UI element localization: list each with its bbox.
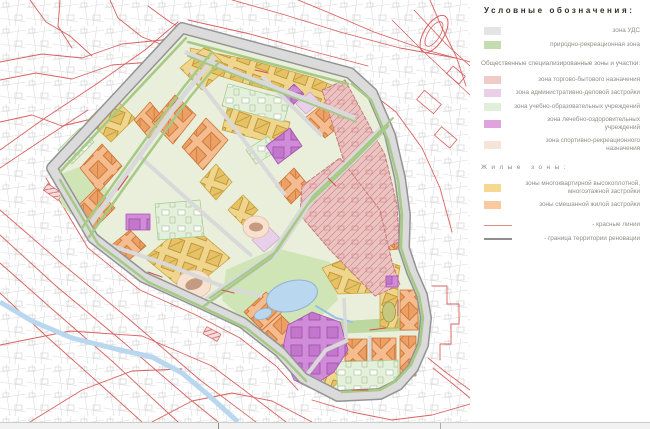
legend-section-residential: Жилые зоны: (481, 164, 640, 171)
legend-color-swatch (484, 201, 501, 209)
sports-field-oval (383, 302, 396, 322)
legend-item-label: зоны смешанной жилой застройки (539, 201, 640, 209)
legend-item: зона УДС (484, 27, 640, 35)
legend-title: Условные обозначения: (484, 6, 640, 15)
legend-panel: Условные обозначения: зона УДС природно-р… (470, 0, 650, 422)
legend-items-residential: зоны многоквартирной высокоплотной, мног… (484, 180, 640, 209)
legend-item: зона административно-деловой застройки (484, 89, 640, 97)
legend-item: - граница территории реновации (484, 235, 640, 243)
road (344, 298, 346, 338)
legend-item-label: зона УДС (612, 27, 640, 35)
legend-item-label: зоны многоквартирной высокоплотной, мног… (512, 180, 640, 196)
legend-item-label: природно-рекреационная зона (550, 41, 640, 49)
zone-residential-mixed (400, 290, 418, 330)
zone-medical (126, 214, 150, 230)
renovation-plan-page: Условные обозначения: зона УДС природно-р… (0, 0, 650, 429)
sport-field (249, 223, 263, 232)
legend-item-label: зона административно-деловой застройки (516, 89, 640, 97)
legend-color-swatch (484, 27, 501, 35)
legend-item-label: - граница территории реновации (544, 235, 640, 243)
legend-color-swatch (484, 103, 501, 111)
legend-item-label: зона лечебно-оздоровительных учреждений (512, 116, 640, 132)
legend-item-label: - красные линии (592, 221, 640, 229)
legend-items-top: зона УДС природно-рекреационная зона (484, 27, 640, 49)
legend-item: природно-рекреационная зона (484, 41, 640, 49)
legend-items-lines: - красные линии - граница территории рено… (484, 221, 640, 243)
legend-item-label: зона торгово-бытового назначения (538, 76, 640, 84)
zone-medical (386, 276, 398, 287)
legend-color-swatch (484, 141, 501, 149)
legend-line-swatch (484, 225, 512, 226)
zone-residential-mixed (372, 338, 396, 361)
horizontal-scrollbar[interactable] (0, 422, 650, 429)
site-plan-svg (0, 0, 470, 422)
legend-items-public: зона торгово-бытового назначения зона адм… (484, 76, 640, 153)
legend-color-swatch (484, 89, 501, 97)
legend-color-swatch (484, 120, 501, 128)
legend-color-swatch (484, 76, 501, 84)
legend-item: зона учебно-образовательных учреждений (484, 103, 640, 111)
legend-line-swatch (484, 238, 512, 240)
legend-item-label: зона учебно-образовательных учреждений (514, 103, 640, 111)
legend-item: зоны смешанной жилой застройки (484, 201, 640, 209)
scrollbar-tick (440, 423, 441, 429)
legend-color-swatch (484, 41, 501, 49)
legend-section-public: Общественные специализированные зоны и у… (481, 60, 640, 67)
legend-color-swatch (484, 184, 501, 192)
legend-item: - красные линии (484, 221, 640, 229)
legend-item-label: зона спортивно-рекреационного назначения (512, 137, 640, 153)
scrollbar-tick (218, 423, 219, 429)
site-plan-map (0, 0, 470, 422)
legend-item: зона торгово-бытового назначения (484, 76, 640, 84)
legend-item: зона лечебно-оздоровительных учреждений (484, 116, 640, 132)
legend-item: зоны многоквартирной высокоплотной, мног… (484, 180, 640, 196)
legend-item: зона спортивно-рекреационного назначения (484, 137, 640, 153)
